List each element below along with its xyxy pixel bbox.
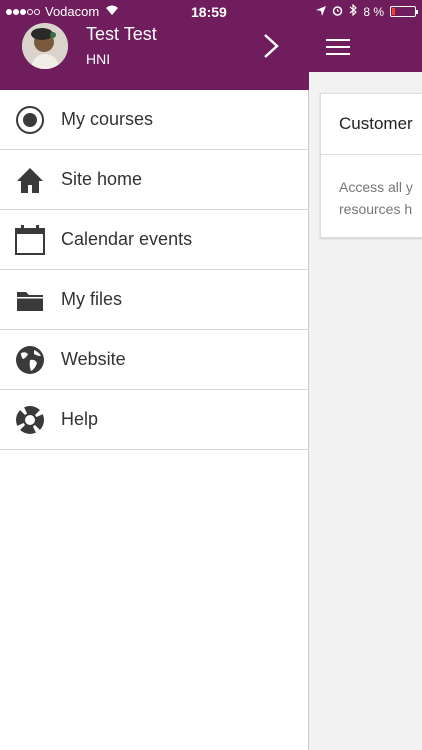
menu-item-label: Help xyxy=(61,409,99,429)
clock: 18:59 xyxy=(191,4,227,20)
card-divider xyxy=(321,154,422,155)
menu-item-site-home[interactable]: Site home xyxy=(0,150,309,210)
menu-item-label: My files xyxy=(61,289,123,309)
battery-icon xyxy=(390,6,418,17)
avatar xyxy=(22,23,68,69)
user-name: Test Test xyxy=(86,24,157,44)
content-card[interactable]: Customer Access all y resources h xyxy=(320,93,422,238)
main-panel: Customer Access all y resources h xyxy=(309,0,422,750)
globe-icon xyxy=(15,345,45,375)
alarm-icon xyxy=(332,5,343,19)
status-icons: 8 % xyxy=(316,3,418,19)
menu-item-label: Calendar events xyxy=(61,229,193,249)
main-header xyxy=(309,22,422,72)
menu-item-help[interactable]: Help xyxy=(0,390,309,450)
chevron-right-icon[interactable] xyxy=(262,33,280,59)
wifi-icon xyxy=(105,5,119,19)
calendar-icon xyxy=(15,225,45,255)
home-icon xyxy=(15,165,45,195)
menu-item-my-courses[interactable]: My courses xyxy=(0,90,309,150)
side-drawer: Test Test HNI My courses Site home Calen… xyxy=(0,0,309,750)
card-body: Access all y resources h xyxy=(339,179,413,217)
bluetooth-icon xyxy=(349,3,358,19)
menu-item-label: Site home xyxy=(61,169,143,189)
location-icon xyxy=(316,5,327,19)
menu-item-label: Website xyxy=(61,349,126,369)
folder-icon xyxy=(15,285,45,315)
menu-item-calendar-events[interactable]: Calendar events xyxy=(0,210,309,270)
card-title: Customer xyxy=(339,114,413,133)
user-subtitle: HNI xyxy=(86,51,111,67)
carrier-label: Vodacom xyxy=(45,4,100,19)
carrier-info: Vodacom xyxy=(6,4,119,19)
lifebuoy-icon xyxy=(15,405,45,435)
menu-item-label: My courses xyxy=(61,109,154,129)
menu-item-website[interactable]: Website xyxy=(0,330,309,390)
status-bar: Vodacom 18:59 8 % xyxy=(0,0,422,22)
battery-percent: 8 % xyxy=(363,4,384,19)
courses-icon xyxy=(15,105,45,135)
menu-toggle-button[interactable] xyxy=(326,39,350,55)
signal-icon xyxy=(6,8,41,15)
menu-item-my-files[interactable]: My files xyxy=(0,270,309,330)
drawer-menu: My courses Site home Calendar events My … xyxy=(0,90,309,450)
